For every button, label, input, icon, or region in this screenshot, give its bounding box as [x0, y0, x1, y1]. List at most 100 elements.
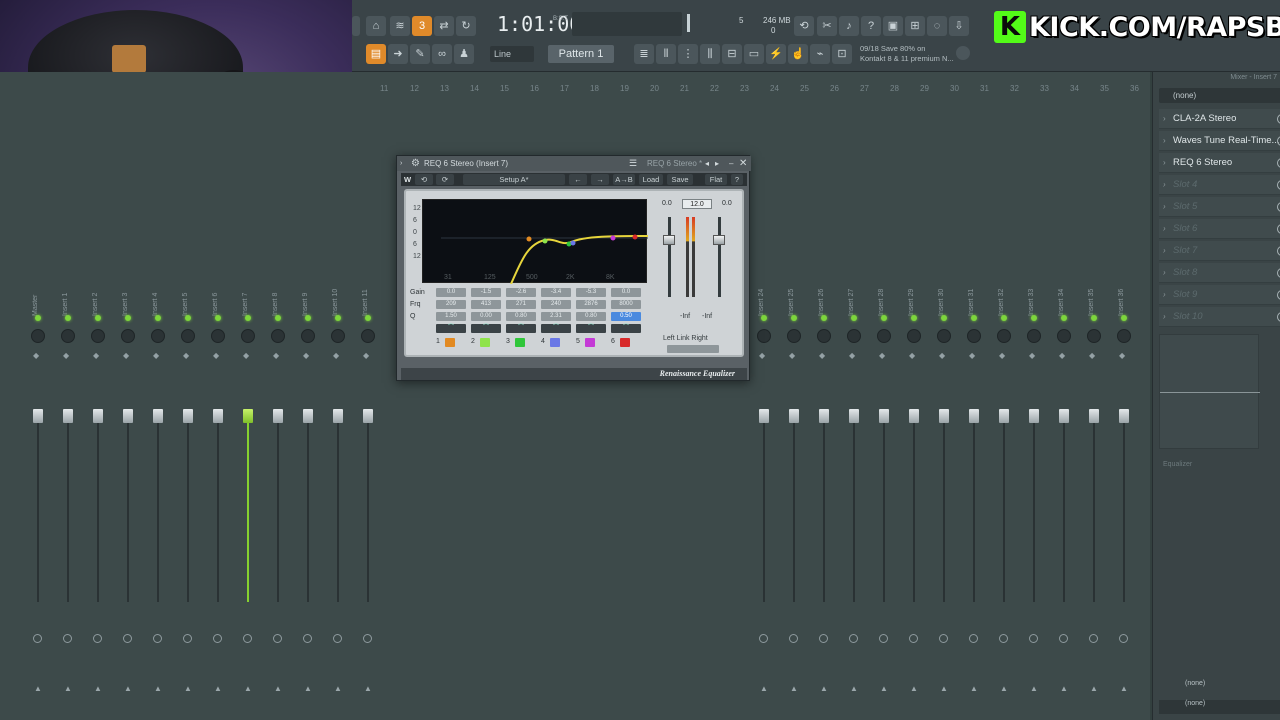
stereo-icon[interactable]: ◆	[93, 351, 99, 360]
mute-led[interactable]	[125, 315, 131, 321]
out-left-fader[interactable]	[663, 235, 675, 245]
mixer-strip[interactable]: Insert 3 ◆ ▲	[114, 272, 142, 720]
filter-type-button[interactable]: ⌒	[436, 324, 466, 333]
mixer-strip[interactable]: Insert 27 ◆ ▲	[840, 272, 868, 720]
send-knob[interactable]	[63, 634, 72, 643]
param-cell[interactable]: 0.50	[611, 312, 641, 321]
chevron-right-icon[interactable]: ›	[1163, 131, 1166, 151]
save-button[interactable]: Save	[667, 174, 693, 185]
pan-knob[interactable]	[61, 329, 75, 343]
chevron-right-icon[interactable]: ›	[1163, 219, 1166, 239]
band-toggle[interactable]	[445, 338, 455, 347]
volume-fader[interactable]	[939, 409, 949, 423]
mute-led[interactable]	[1091, 315, 1097, 321]
stereo-icon[interactable]: ◆	[789, 351, 795, 360]
pan-knob[interactable]	[967, 329, 981, 343]
route-arrow-icon[interactable]: ▲	[64, 684, 72, 693]
countdown-icon[interactable]: 3	[412, 16, 432, 36]
param-cell[interactable]: -2.6	[506, 288, 536, 297]
mute-led[interactable]	[1121, 315, 1127, 321]
filter-type-button[interactable]: ⌒	[611, 324, 641, 333]
volume-fader[interactable]	[363, 409, 373, 423]
chevron-right-icon[interactable]: ›	[1163, 109, 1166, 129]
presets-icon[interactable]: ☰	[629, 156, 637, 171]
route-arrow-icon[interactable]: ▲	[154, 684, 162, 693]
pan-knob[interactable]	[1087, 329, 1101, 343]
mic-icon[interactable]: ♪	[839, 16, 859, 36]
stereo-icon[interactable]: ◆	[999, 351, 1005, 360]
send-knob[interactable]	[999, 634, 1008, 643]
mixer-strip[interactable]: Insert 24 ◆ ▲	[750, 272, 778, 720]
band-toggle[interactable]	[620, 338, 630, 347]
volume-fader[interactable]	[969, 409, 979, 423]
pan-knob[interactable]	[331, 329, 345, 343]
plugin-preset-name[interactable]: REQ 6 Stereo *	[647, 156, 702, 171]
save-icon[interactable]: ▣	[883, 16, 903, 36]
stereo-icon[interactable]: ◆	[363, 351, 369, 360]
effect-slot[interactable]: › Slot 4	[1159, 175, 1280, 195]
stereo-icon[interactable]: ◆	[1059, 351, 1065, 360]
browser-icon[interactable]: ⊟	[722, 44, 742, 64]
mute-led[interactable]	[821, 315, 827, 321]
effect-slot[interactable]: › Slot 7	[1159, 241, 1280, 261]
band-toggle[interactable]	[550, 338, 560, 347]
output-select-2[interactable]: (none)	[1159, 700, 1280, 714]
mute-led[interactable]	[851, 315, 857, 321]
route-arrow-icon[interactable]: ▲	[1060, 684, 1068, 693]
prev-preset-icon[interactable]: ◂	[705, 156, 709, 171]
mute-led[interactable]	[791, 315, 797, 321]
param-cell[interactable]: 240	[541, 300, 571, 309]
mute-led[interactable]	[941, 315, 947, 321]
param-cell[interactable]: -3.4	[541, 288, 571, 297]
stereo-icon[interactable]: ◆	[759, 351, 765, 360]
mute-led[interactable]	[305, 315, 311, 321]
stereo-icon[interactable]: ◆	[123, 351, 129, 360]
load-button[interactable]: Load	[639, 174, 663, 185]
link-button[interactable]	[667, 345, 719, 353]
volume-fader[interactable]	[879, 409, 889, 423]
volume-fader[interactable]	[819, 409, 829, 423]
undo-button[interactable]: ⟲	[415, 174, 433, 185]
prev-setup-icon[interactable]: ←	[569, 174, 587, 185]
mixer-strip[interactable]: Insert 30 ◆ ▲	[930, 272, 958, 720]
stereo-icon[interactable]: ◆	[939, 351, 945, 360]
send-knob[interactable]	[1029, 634, 1038, 643]
mute-led[interactable]	[911, 315, 917, 321]
param-cell[interactable]: 209	[436, 300, 466, 309]
pattern-box-top[interactable]	[630, 12, 682, 36]
route-arrow-icon[interactable]: ▲	[880, 684, 888, 693]
mute-led[interactable]	[365, 315, 371, 321]
eq-curve-graph[interactable]	[422, 199, 648, 284]
send-knob[interactable]	[363, 634, 372, 643]
minimize-icon[interactable]: –	[729, 156, 733, 171]
pan-knob[interactable]	[1117, 329, 1131, 343]
volume-fader[interactable]	[183, 409, 193, 423]
pan-knob[interactable]	[271, 329, 285, 343]
mixer-strip[interactable]: Insert 26 ◆ ▲	[810, 272, 838, 720]
volume-fader[interactable]	[273, 409, 283, 423]
mixer-strip[interactable]: Insert 36 ◆ ▲	[1110, 272, 1138, 720]
chevron-right-icon[interactable]: ›	[1163, 307, 1166, 327]
volume-fader[interactable]	[999, 409, 1009, 423]
send-knob[interactable]	[1119, 634, 1128, 643]
gear-icon[interactable]: ⚙	[411, 156, 420, 171]
stereo-icon[interactable]: ◆	[303, 351, 309, 360]
pan-knob[interactable]	[361, 329, 375, 343]
news-hint[interactable]: 09/18 Save 80% on Kontakt 8 & 11 premium…	[860, 44, 965, 66]
param-cell[interactable]: 271	[506, 300, 536, 309]
output-select-1[interactable]: (none)	[1159, 680, 1280, 692]
pan-knob[interactable]	[877, 329, 891, 343]
mixer-strip[interactable]: Insert 5 ◆ ▲	[174, 272, 202, 720]
mixer-strip[interactable]: Insert 4 ◆ ▲	[144, 272, 172, 720]
pattern-selector[interactable]: Pattern 1	[548, 45, 614, 63]
stereo-icon[interactable]: ◆	[849, 351, 855, 360]
mixer-strip[interactable]: Insert 10 ◆ ▲	[324, 272, 352, 720]
filter-type-button[interactable]: ⌒	[471, 324, 501, 333]
plugin-db-icon[interactable]: ▭	[744, 44, 764, 64]
blend-icon[interactable]: ⇄	[434, 16, 454, 36]
mixer-strip[interactable]: Insert 25 ◆ ▲	[780, 272, 808, 720]
volume-fader[interactable]	[789, 409, 799, 423]
param-cell[interactable]: 413	[471, 300, 501, 309]
route-arrow-icon[interactable]: ▲	[334, 684, 342, 693]
stereo-icon[interactable]: ◆	[969, 351, 975, 360]
